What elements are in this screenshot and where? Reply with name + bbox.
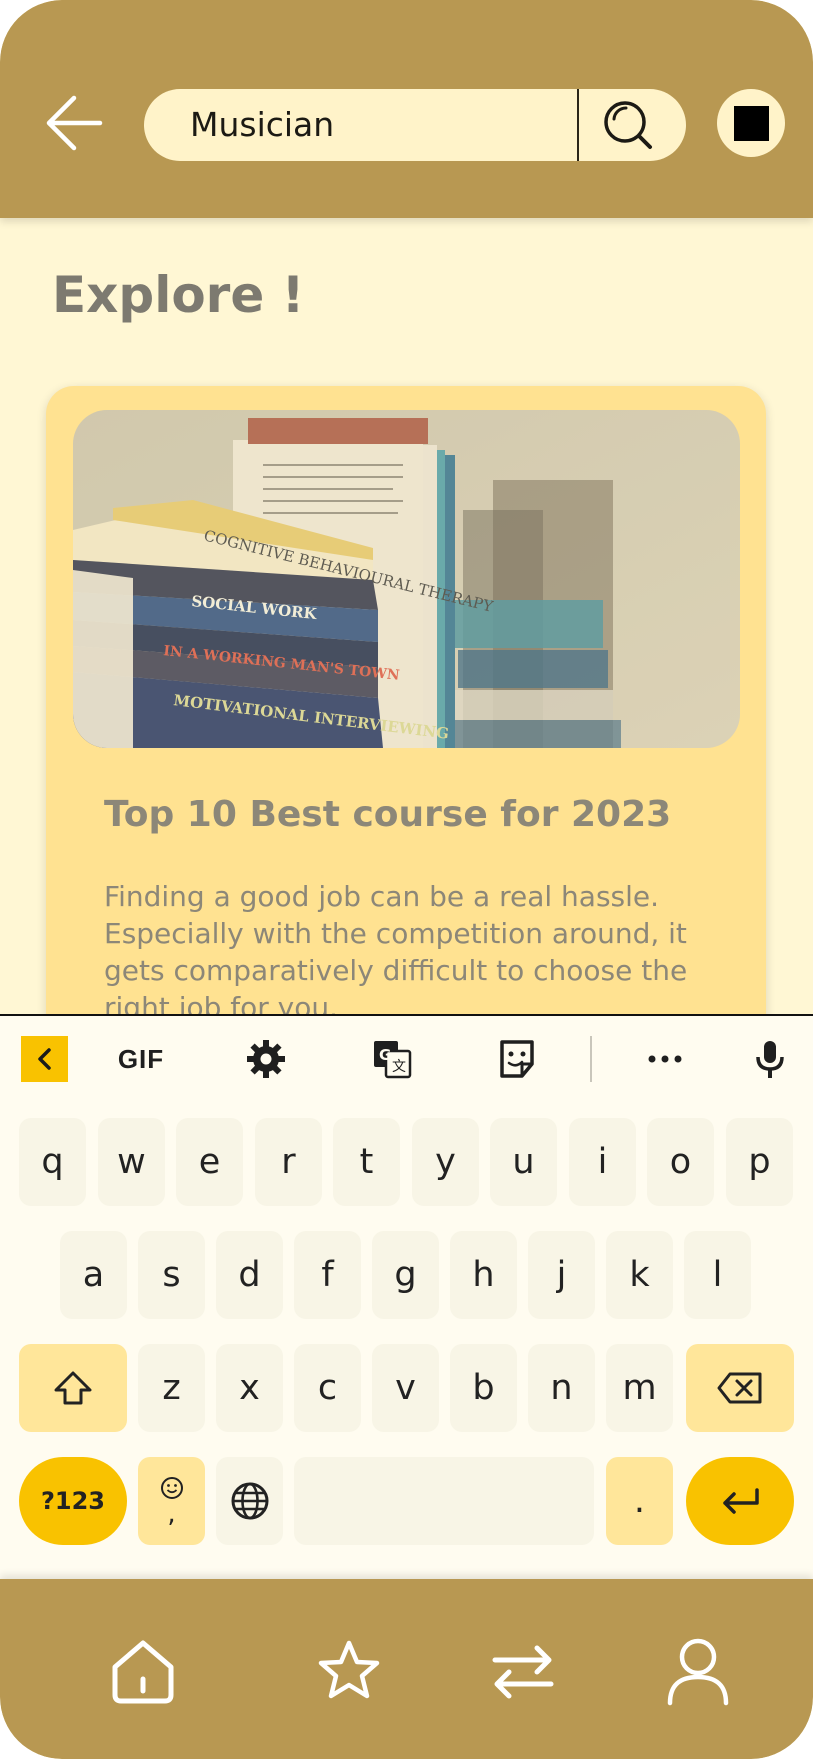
- enter-key[interactable]: [686, 1457, 794, 1545]
- key-c[interactable]: c: [294, 1344, 361, 1432]
- key-h[interactable]: h: [450, 1231, 517, 1319]
- more-button[interactable]: [640, 1034, 690, 1084]
- more-icon: [648, 1055, 682, 1063]
- emoji-icon: [160, 1477, 183, 1499]
- card-title: Top 10 Best course for 2023: [104, 794, 672, 835]
- books-photo: COGNITIVE BEHAVIOURAL THERAPY SOCIAL WOR…: [73, 410, 740, 748]
- key-n[interactable]: n: [528, 1344, 595, 1432]
- key-g[interactable]: g: [372, 1231, 439, 1319]
- globe-icon: [231, 1482, 268, 1520]
- card-description: Finding a good job can be a real hassle.…: [104, 880, 688, 1024]
- keyboard-settings-button[interactable]: [241, 1034, 291, 1084]
- shift-key[interactable]: [19, 1344, 127, 1432]
- toolbar-divider: [590, 1036, 592, 1082]
- key-a[interactable]: a: [60, 1231, 127, 1319]
- emoji-comma-key[interactable]: ,: [138, 1457, 205, 1545]
- home-icon: [112, 1640, 174, 1704]
- key-y[interactable]: y: [412, 1118, 479, 1206]
- search-input[interactable]: Musician: [190, 89, 570, 161]
- key-i[interactable]: i: [569, 1118, 636, 1206]
- microphone-icon: [756, 1041, 784, 1078]
- symbols-key[interactable]: ?123: [19, 1457, 127, 1545]
- enter-icon: [723, 1488, 759, 1514]
- search-icon: [604, 101, 652, 149]
- keyboard-toolbar: GIF G 文: [0, 1016, 813, 1102]
- profile-icon: [667, 1638, 729, 1706]
- key-e[interactable]: e: [176, 1118, 243, 1206]
- nav-favorites[interactable]: [313, 1635, 385, 1707]
- top-app-bar: Musician: [0, 0, 813, 218]
- key-d[interactable]: d: [216, 1231, 283, 1319]
- search-button[interactable]: [600, 97, 658, 153]
- course-card[interactable]: COGNITIVE BEHAVIOURAL THERAPY SOCIAL WOR…: [46, 386, 766, 1046]
- key-p[interactable]: p: [726, 1118, 793, 1206]
- key-w[interactable]: w: [98, 1118, 165, 1206]
- key-z[interactable]: z: [138, 1344, 205, 1432]
- keyboard-collapse-button[interactable]: [21, 1036, 68, 1082]
- star-icon: [318, 1640, 380, 1699]
- swap-icon: [492, 1645, 554, 1699]
- key-o[interactable]: o: [647, 1118, 714, 1206]
- search-divider: [577, 89, 579, 161]
- nav-exchange[interactable]: [487, 1635, 559, 1707]
- card-image: COGNITIVE BEHAVIOURAL THERAPY SOCIAL WOR…: [73, 410, 740, 748]
- key-s[interactable]: s: [138, 1231, 205, 1319]
- stop-button[interactable]: [717, 89, 785, 157]
- page-title: Explore !: [52, 266, 305, 324]
- key-k[interactable]: k: [606, 1231, 673, 1319]
- backspace-key[interactable]: [686, 1344, 794, 1432]
- chevron-left-icon: [37, 1048, 51, 1070]
- nav-profile[interactable]: [662, 1635, 734, 1707]
- nav-home[interactable]: [107, 1635, 179, 1707]
- sticker-icon: [500, 1040, 534, 1078]
- gif-button[interactable]: GIF: [108, 1034, 174, 1084]
- settings-icon: [247, 1040, 285, 1078]
- app-screen: Musician Explore ! COGNITIVE BEHAVIOURAL…: [0, 0, 813, 1759]
- language-key[interactable]: [216, 1457, 283, 1545]
- key-j[interactable]: j: [528, 1231, 595, 1319]
- bottom-navigation: [0, 1579, 813, 1759]
- voice-input-button[interactable]: [746, 1034, 794, 1084]
- shift-icon: [54, 1371, 92, 1405]
- arrow-left-icon: [46, 95, 103, 151]
- svg-text:G: G: [379, 1046, 391, 1064]
- period-key[interactable]: .: [606, 1457, 673, 1545]
- key-f[interactable]: f: [294, 1231, 361, 1319]
- key-r[interactable]: r: [255, 1118, 322, 1206]
- key-t[interactable]: t: [333, 1118, 400, 1206]
- translate-icon: G 文: [374, 1041, 412, 1079]
- key-q[interactable]: q: [19, 1118, 86, 1206]
- comma-label: ,: [167, 1499, 176, 1529]
- key-b[interactable]: b: [450, 1344, 517, 1432]
- sticker-button[interactable]: [492, 1034, 542, 1084]
- backspace-icon: [717, 1372, 762, 1404]
- soft-keyboard: GIF G 文 q w e r t y u i o p a s d f g h …: [0, 1014, 813, 1579]
- stop-icon: [734, 106, 769, 141]
- svg-text:文: 文: [392, 1059, 406, 1075]
- search-bar: Musician: [144, 89, 686, 161]
- key-l[interactable]: l: [684, 1231, 751, 1319]
- key-v[interactable]: v: [372, 1344, 439, 1432]
- key-m[interactable]: m: [606, 1344, 673, 1432]
- space-key[interactable]: [294, 1457, 594, 1545]
- key-u[interactable]: u: [490, 1118, 557, 1206]
- key-x[interactable]: x: [216, 1344, 283, 1432]
- translate-button[interactable]: G 文: [367, 1034, 417, 1084]
- back-button[interactable]: [40, 90, 110, 156]
